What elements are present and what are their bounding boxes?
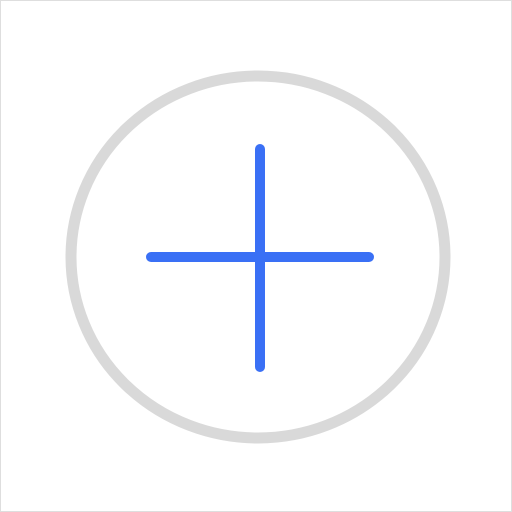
- add-button[interactable]: [65, 70, 451, 444]
- plus-circle-icon: [65, 70, 451, 444]
- icon-canvas: [0, 0, 512, 512]
